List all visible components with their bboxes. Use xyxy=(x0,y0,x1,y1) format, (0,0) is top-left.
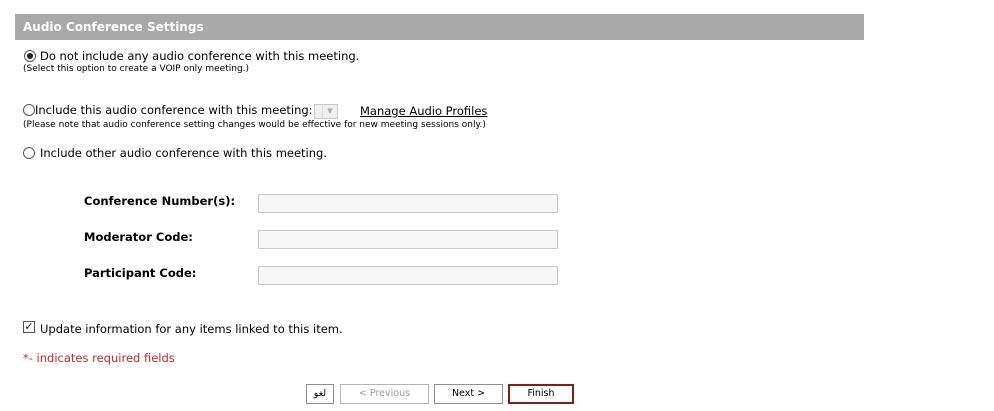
moderator-code-input[interactable] xyxy=(258,230,558,249)
finish-button[interactable]: Finish xyxy=(508,384,574,404)
audio-profile-select[interactable]: ▼ xyxy=(314,104,338,119)
required-fields-note: *- indicates required fields xyxy=(23,351,175,365)
manage-audio-profiles-link[interactable]: Manage Audio Profiles xyxy=(360,104,487,118)
radio-no-audio-label[interactable]: Do not include any audio conference with… xyxy=(40,49,359,63)
next-button[interactable]: Next > xyxy=(434,384,503,404)
cancel-button[interactable]: لغو xyxy=(306,384,334,404)
update-linked-checkbox[interactable]: ✓ xyxy=(23,321,35,333)
moderator-code-label: Moderator Code: xyxy=(84,230,193,244)
radio-include-this[interactable] xyxy=(23,104,35,116)
previous-button[interactable]: < Previous xyxy=(340,384,429,404)
effective-note: (Please note that audio conference setti… xyxy=(23,120,486,130)
section-header: Audio Conference Settings xyxy=(15,14,864,40)
conference-number-input[interactable] xyxy=(258,194,558,213)
radio-no-audio[interactable] xyxy=(24,50,36,62)
update-linked-label[interactable]: Update information for any items linked … xyxy=(40,322,343,336)
participant-code-input[interactable] xyxy=(258,266,558,285)
voip-note: (Select this option to create a VOIP onl… xyxy=(23,64,250,74)
radio-include-this-label[interactable]: Include this audio conference with this … xyxy=(35,103,313,117)
radio-include-other[interactable] xyxy=(23,147,35,159)
conference-number-label: Conference Number(s): xyxy=(84,194,236,208)
radio-include-other-label[interactable]: Include other audio conference with this… xyxy=(40,146,327,160)
chevron-down-icon: ▼ xyxy=(322,105,337,118)
participant-code-label: Participant Code: xyxy=(84,266,197,280)
